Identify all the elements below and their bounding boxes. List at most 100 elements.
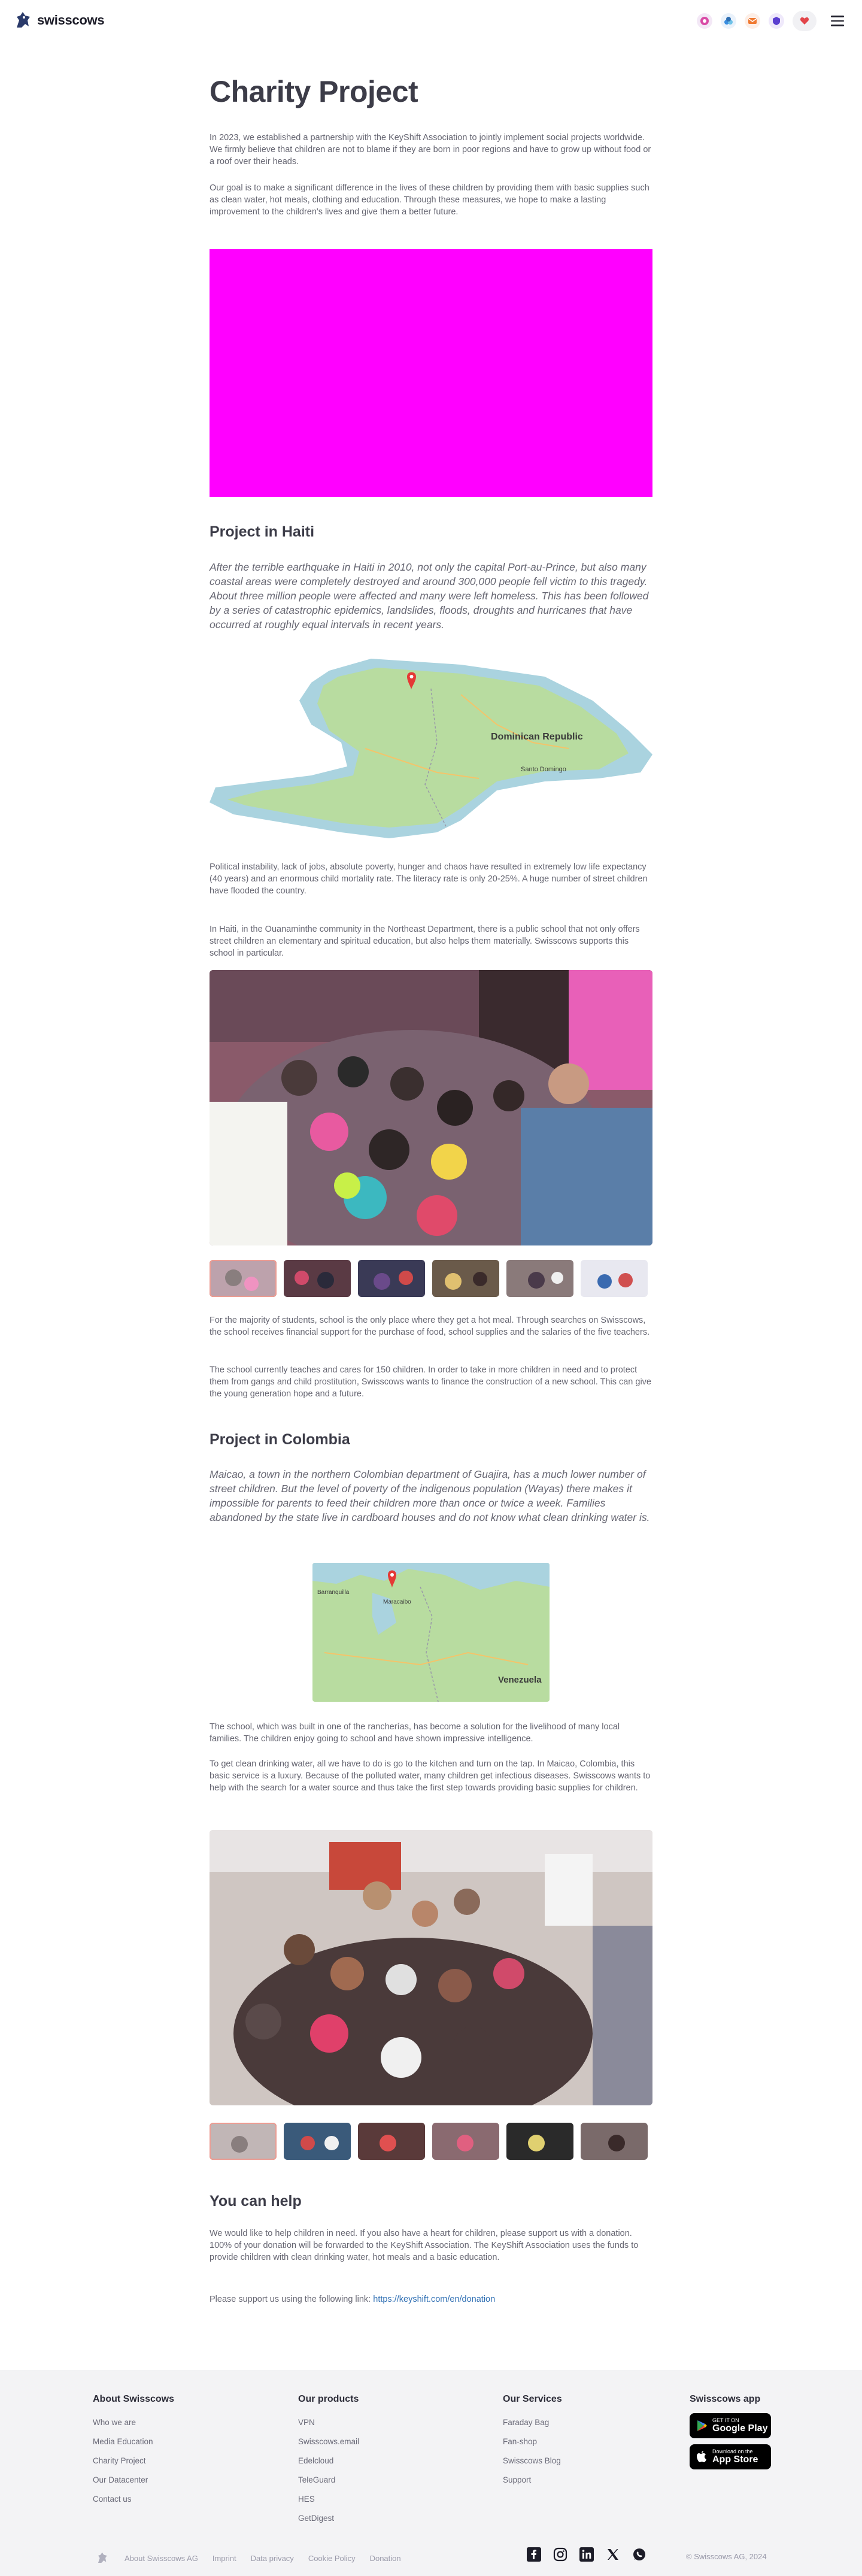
footer-app-title: Swisscows app	[690, 2394, 761, 2404]
footer-link-support[interactable]: Support	[503, 2471, 562, 2490]
app-store-badge[interactable]: Download on the App Store	[690, 2444, 771, 2469]
gallery-thumb-6[interactable]	[581, 2123, 648, 2160]
facebook-icon[interactable]	[527, 2547, 541, 2562]
haiti-lead: After the terrible earthquake in Haiti i…	[210, 561, 649, 631]
footer-bottom-links: About Swisscows AG Imprint Data privacy …	[96, 2551, 401, 2565]
footer-bottom-link-data-privacy[interactable]: Data privacy	[251, 2554, 294, 2563]
gallery-thumb-1[interactable]	[210, 2123, 277, 2160]
gallery-thumb-2[interactable]	[284, 1260, 351, 1297]
intro-paragraph-2: Our goal is to make a significant differ…	[210, 183, 649, 217]
gallery-thumb-1[interactable]	[210, 1260, 277, 1297]
footer-about-title: About Swisscows	[93, 2394, 175, 2404]
footer-app-column: Swisscows app GET IT ON Google Play Down…	[690, 2394, 771, 2475]
map-city-barranquilla: Barranquilla	[317, 1589, 350, 1596]
colombia-gallery-thumbnails	[210, 2123, 652, 2160]
footer-link-edelcloud[interactable]: Edelcloud	[298, 2451, 359, 2471]
footer-bottom-link-about[interactable]: About Swisscows AG	[125, 2554, 198, 2563]
site-header: swisscows	[0, 0, 862, 43]
help-paragraph-2: Please support us using the following li…	[210, 2293, 652, 2305]
video-placeholder[interactable]	[210, 249, 652, 497]
apple-icon	[697, 2451, 706, 2462]
colombia-paragraph-1: The school, which was built in one of th…	[210, 1722, 620, 1744]
footer-link-our-datacenter[interactable]: Our Datacenter	[93, 2471, 174, 2490]
gallery-thumb-2[interactable]	[284, 2123, 351, 2160]
haiti-heading: Project in Haiti	[210, 523, 315, 540]
menu-icon[interactable]	[831, 12, 849, 30]
intro-paragraph-1: In 2023, we established a partnership wi…	[210, 133, 651, 166]
footer-bottom-link-imprint[interactable]: Imprint	[213, 2554, 236, 2563]
footer-link-hes[interactable]: HES	[298, 2490, 359, 2509]
charity-heart-button[interactable]	[793, 11, 817, 31]
page-title: Charity Project	[210, 75, 418, 108]
gallery-thumb-3[interactable]	[358, 2123, 425, 2160]
google-play-badge[interactable]: GET IT ON Google Play	[690, 2413, 771, 2438]
map-city-maracaibo: Maracaibo	[383, 1599, 411, 1605]
app-store-big-text: App Store	[712, 2454, 758, 2465]
haiti-paragraph-3: For the majority of students, school is …	[210, 1316, 650, 1337]
cow-icon	[13, 10, 35, 31]
linkedin-icon[interactable]	[579, 2547, 594, 2562]
haiti-paragraph-2: In Haiti, in the Ouanaminthe community i…	[210, 925, 640, 958]
colombia-map[interactable]: Barranquilla Maracaibo Venezuela	[312, 1563, 550, 1702]
map-city-santo-domingo: Santo Domingo	[521, 766, 566, 773]
instagram-icon[interactable]	[553, 2547, 567, 2562]
footer-link-charity-project[interactable]: Charity Project	[93, 2451, 174, 2471]
colombia-heading: Project in Colombia	[210, 1431, 350, 1448]
footer-link-faraday-bag[interactable]: Faraday Bag	[503, 2413, 562, 2432]
messenger-icon[interactable]	[697, 13, 712, 29]
colombia-lead: Maicao, a town in the northern Colombian…	[210, 1468, 650, 1523]
footer-link-swisscows-email[interactable]: Swisscows.email	[298, 2432, 359, 2451]
footer-bottom-link-cookie-policy[interactable]: Cookie Policy	[308, 2554, 356, 2563]
footer-socials	[527, 2547, 646, 2562]
footer-products-column: Our products VPN Swisscows.email Edelclo…	[298, 2394, 359, 2528]
colombia-paragraph-2: To get clean drinking water, all we have…	[210, 1759, 651, 1793]
footer-link-who-we-are[interactable]: Who we are	[93, 2413, 174, 2432]
copyright: © Swisscows AG, 2024	[686, 2552, 767, 2561]
x-icon[interactable]	[606, 2547, 620, 2562]
header-actions	[697, 11, 849, 31]
footer-link-vpn[interactable]: VPN	[298, 2413, 359, 2432]
email-icon[interactable]	[745, 13, 760, 29]
footer-link-fan-shop[interactable]: Fan-shop	[503, 2432, 562, 2451]
colombia-school-photo[interactable]	[210, 1830, 652, 2105]
swisscows-logo[interactable]: swisscows	[13, 10, 105, 31]
footer-products-title: Our products	[298, 2394, 359, 2404]
map-label-dominican-republic: Dominican Republic	[491, 732, 583, 742]
gallery-thumb-5[interactable]	[506, 1260, 573, 1297]
footer-services-title: Our Services	[503, 2394, 562, 2404]
brand-name: swisscows	[37, 13, 105, 28]
help-heading: You can help	[210, 2193, 302, 2210]
google-play-small-text: GET IT ON	[712, 2417, 739, 2423]
haiti-gallery-thumbnails	[210, 1260, 652, 1297]
teleguard-icon[interactable]	[769, 13, 784, 29]
footer-bottom-link-donation[interactable]: Donation	[370, 2554, 401, 2563]
site-footer: About Swisscows Who we are Media Educati…	[0, 2370, 862, 2576]
footer-about-column: About Swisscows Who we are Media Educati…	[93, 2394, 174, 2509]
haiti-paragraph-4: The school currently teaches and cares f…	[210, 1365, 651, 1399]
haiti-paragraph-1: Political instability, lack of jobs, abs…	[210, 862, 648, 896]
footer-link-teleguard[interactable]: TeleGuard	[298, 2471, 359, 2490]
footer-link-media-education[interactable]: Media Education	[93, 2432, 174, 2451]
haiti-school-photo[interactable]	[210, 970, 652, 1245]
app-store-small-text: Download on the	[712, 2448, 753, 2454]
gallery-thumb-3[interactable]	[358, 1260, 425, 1297]
help-link-prefix: Please support us using the following li…	[210, 2295, 374, 2304]
whatsapp-icon[interactable]	[632, 2547, 646, 2562]
footer-services-column: Our Services Faraday Bag Fan-shop Swissc…	[503, 2394, 562, 2490]
gallery-thumb-4[interactable]	[432, 1260, 499, 1297]
vpn-icon[interactable]	[721, 13, 736, 29]
help-paragraph-1: We would like to help children in need. …	[210, 2229, 639, 2262]
swisscows-small-logo-icon	[98, 2552, 107, 2563]
gallery-thumb-4[interactable]	[432, 2123, 499, 2160]
gallery-thumb-5[interactable]	[506, 2123, 573, 2160]
haiti-map[interactable]: Dominican Republic Santo Domingo	[210, 653, 652, 844]
heart-icon	[800, 17, 809, 25]
footer-link-getdigest[interactable]: GetDigest	[298, 2509, 359, 2528]
gallery-thumb-6[interactable]	[581, 1260, 648, 1297]
footer-link-swisscows-blog[interactable]: Swisscows Blog	[503, 2451, 562, 2471]
google-play-big-text: Google Play	[712, 2423, 768, 2433]
donation-link[interactable]: https://keyshift.com/en/donation	[373, 2295, 495, 2304]
map-label-venezuela: Venezuela	[498, 1675, 542, 1685]
google-play-icon	[697, 2420, 707, 2431]
footer-link-contact-us[interactable]: Contact us	[93, 2490, 174, 2509]
